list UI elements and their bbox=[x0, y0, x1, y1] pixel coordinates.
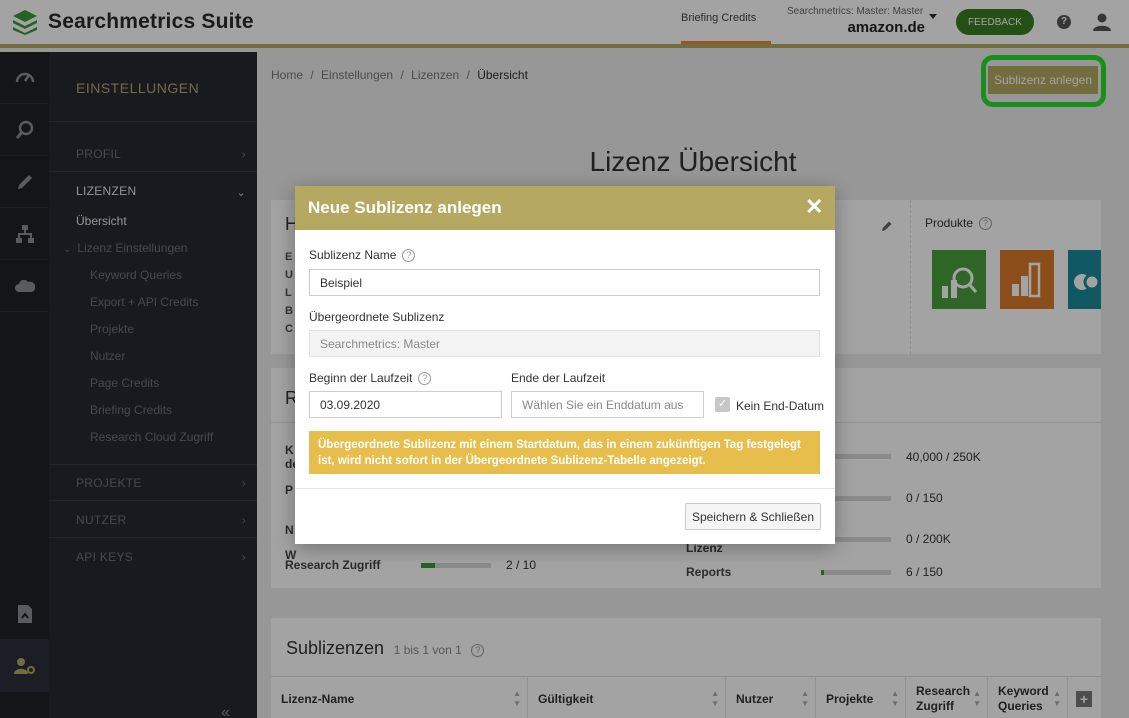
dialog-title: Neue Sublizenz anlegen bbox=[308, 198, 502, 217]
no-end-date-label[interactable]: Kein End-Datum bbox=[736, 399, 824, 413]
new-sublicense-dialog: Neue Sublizenz anlegen ✕ Sublizenz Name?… bbox=[295, 186, 835, 544]
warning-message: Übergeordnete Sublizenz mit einem Startd… bbox=[309, 431, 820, 474]
end-date-input[interactable] bbox=[511, 391, 704, 418]
start-date-input[interactable] bbox=[309, 391, 502, 418]
sublicense-name-input[interactable] bbox=[309, 269, 820, 296]
field-label-end: Ende der Laufzeit bbox=[511, 371, 606, 385]
help-icon[interactable]: ? bbox=[418, 372, 432, 385]
save-and-close-button[interactable]: Speichern & Schließen bbox=[685, 503, 821, 530]
no-end-date-checkbox[interactable]: ✓ bbox=[715, 397, 730, 412]
parent-sublicense-input bbox=[309, 330, 820, 357]
label-text: Sublizenz Name bbox=[309, 248, 397, 262]
field-label-name: Sublizenz Name? bbox=[309, 248, 416, 262]
label-text: Beginn der Laufzeit bbox=[309, 371, 413, 385]
field-label-start: Beginn der Laufzeit? bbox=[309, 371, 432, 385]
field-label-parent: Übergeordnete Sublizenz bbox=[309, 310, 445, 324]
dialog-footer-divider bbox=[295, 488, 835, 489]
close-icon[interactable]: ✕ bbox=[805, 196, 823, 218]
dialog-header: Neue Sublizenz anlegen ✕ bbox=[295, 186, 835, 230]
help-icon[interactable]: ? bbox=[402, 249, 416, 262]
